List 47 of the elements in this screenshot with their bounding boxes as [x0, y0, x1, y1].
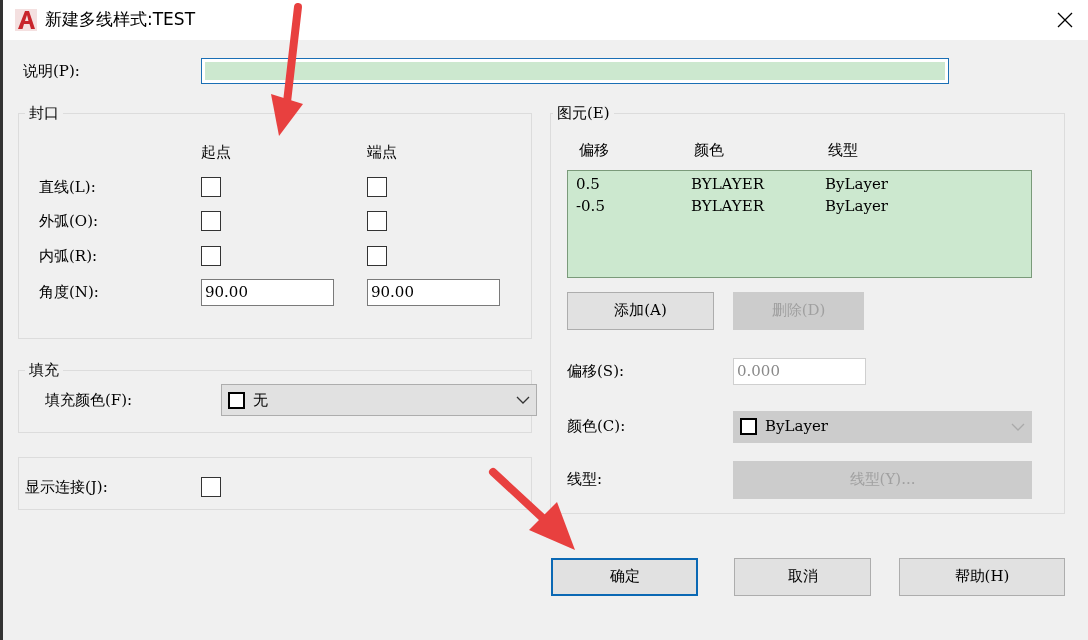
dialog-button[interactable]: 帮助(H): [899, 557, 1065, 596]
column-header: 线型: [828, 140, 859, 161]
row-label: 直线(L):: [39, 176, 97, 198]
description-field[interactable]: [201, 58, 949, 84]
field-label: 偏移(S):: [567, 360, 626, 382]
list-cell-text: ByLayer: [825, 173, 889, 195]
group-title: 图元(E): [556, 106, 611, 121]
checkbox[interactable]: [201, 477, 221, 498]
field-label: 说明(P):: [23, 60, 81, 82]
field-label: 填充颜色(F):: [45, 389, 134, 411]
group-title: 封口: [28, 106, 60, 121]
column-header: 端点: [367, 142, 398, 163]
dialog-button[interactable]: 确定: [551, 557, 698, 596]
checkbox[interactable]: [367, 176, 387, 197]
list-cell-text: BYLAYER: [691, 173, 766, 195]
close-icon: [1057, 12, 1073, 28]
list-cell-text: -0.5: [576, 196, 606, 217]
elements-list[interactable]: 0.5 BYLAYER ByLayer -0.5 BYLAYER ByLayer: [567, 169, 1032, 278]
field-label: 显示连接(J):: [25, 477, 109, 498]
checkbox[interactable]: [201, 176, 221, 197]
field-label: 线型:: [567, 469, 604, 491]
app-logo-icon: [15, 9, 37, 31]
column-header: 颜色: [694, 140, 725, 161]
list-cell-text: 0.5: [576, 173, 601, 195]
chevron-down-icon: [1011, 422, 1025, 431]
column-header: 起点: [201, 142, 232, 163]
action-button[interactable]: 添加(A): [567, 291, 714, 330]
checkbox[interactable]: [201, 245, 221, 266]
color-swatch: [228, 391, 245, 409]
dialog-button[interactable]: 取消: [734, 557, 871, 596]
column-header: 偏移: [579, 140, 610, 161]
fill-color-dropdown[interactable]: 无: [221, 384, 537, 416]
row-label: 角度(N):: [39, 282, 100, 304]
checkbox[interactable]: [201, 211, 221, 232]
chevron-down-icon: [516, 396, 530, 404]
color-swatch: [740, 418, 757, 435]
angle-input[interactable]: 90.00: [367, 279, 500, 306]
list-cell-text: BYLAYER: [691, 196, 766, 217]
group-title: 填充: [28, 363, 60, 378]
field-label: 颜色(C):: [567, 416, 627, 438]
list-cell-text: ByLayer: [825, 196, 889, 217]
checkbox[interactable]: [367, 245, 387, 266]
checkbox[interactable]: [367, 211, 387, 232]
row-label: 内弧(R):: [39, 245, 99, 267]
angle-input[interactable]: 90.00: [201, 279, 334, 306]
row-label: 外弧(O):: [39, 211, 100, 232]
window-title: 新建多线样式:TEST: [45, 8, 196, 32]
